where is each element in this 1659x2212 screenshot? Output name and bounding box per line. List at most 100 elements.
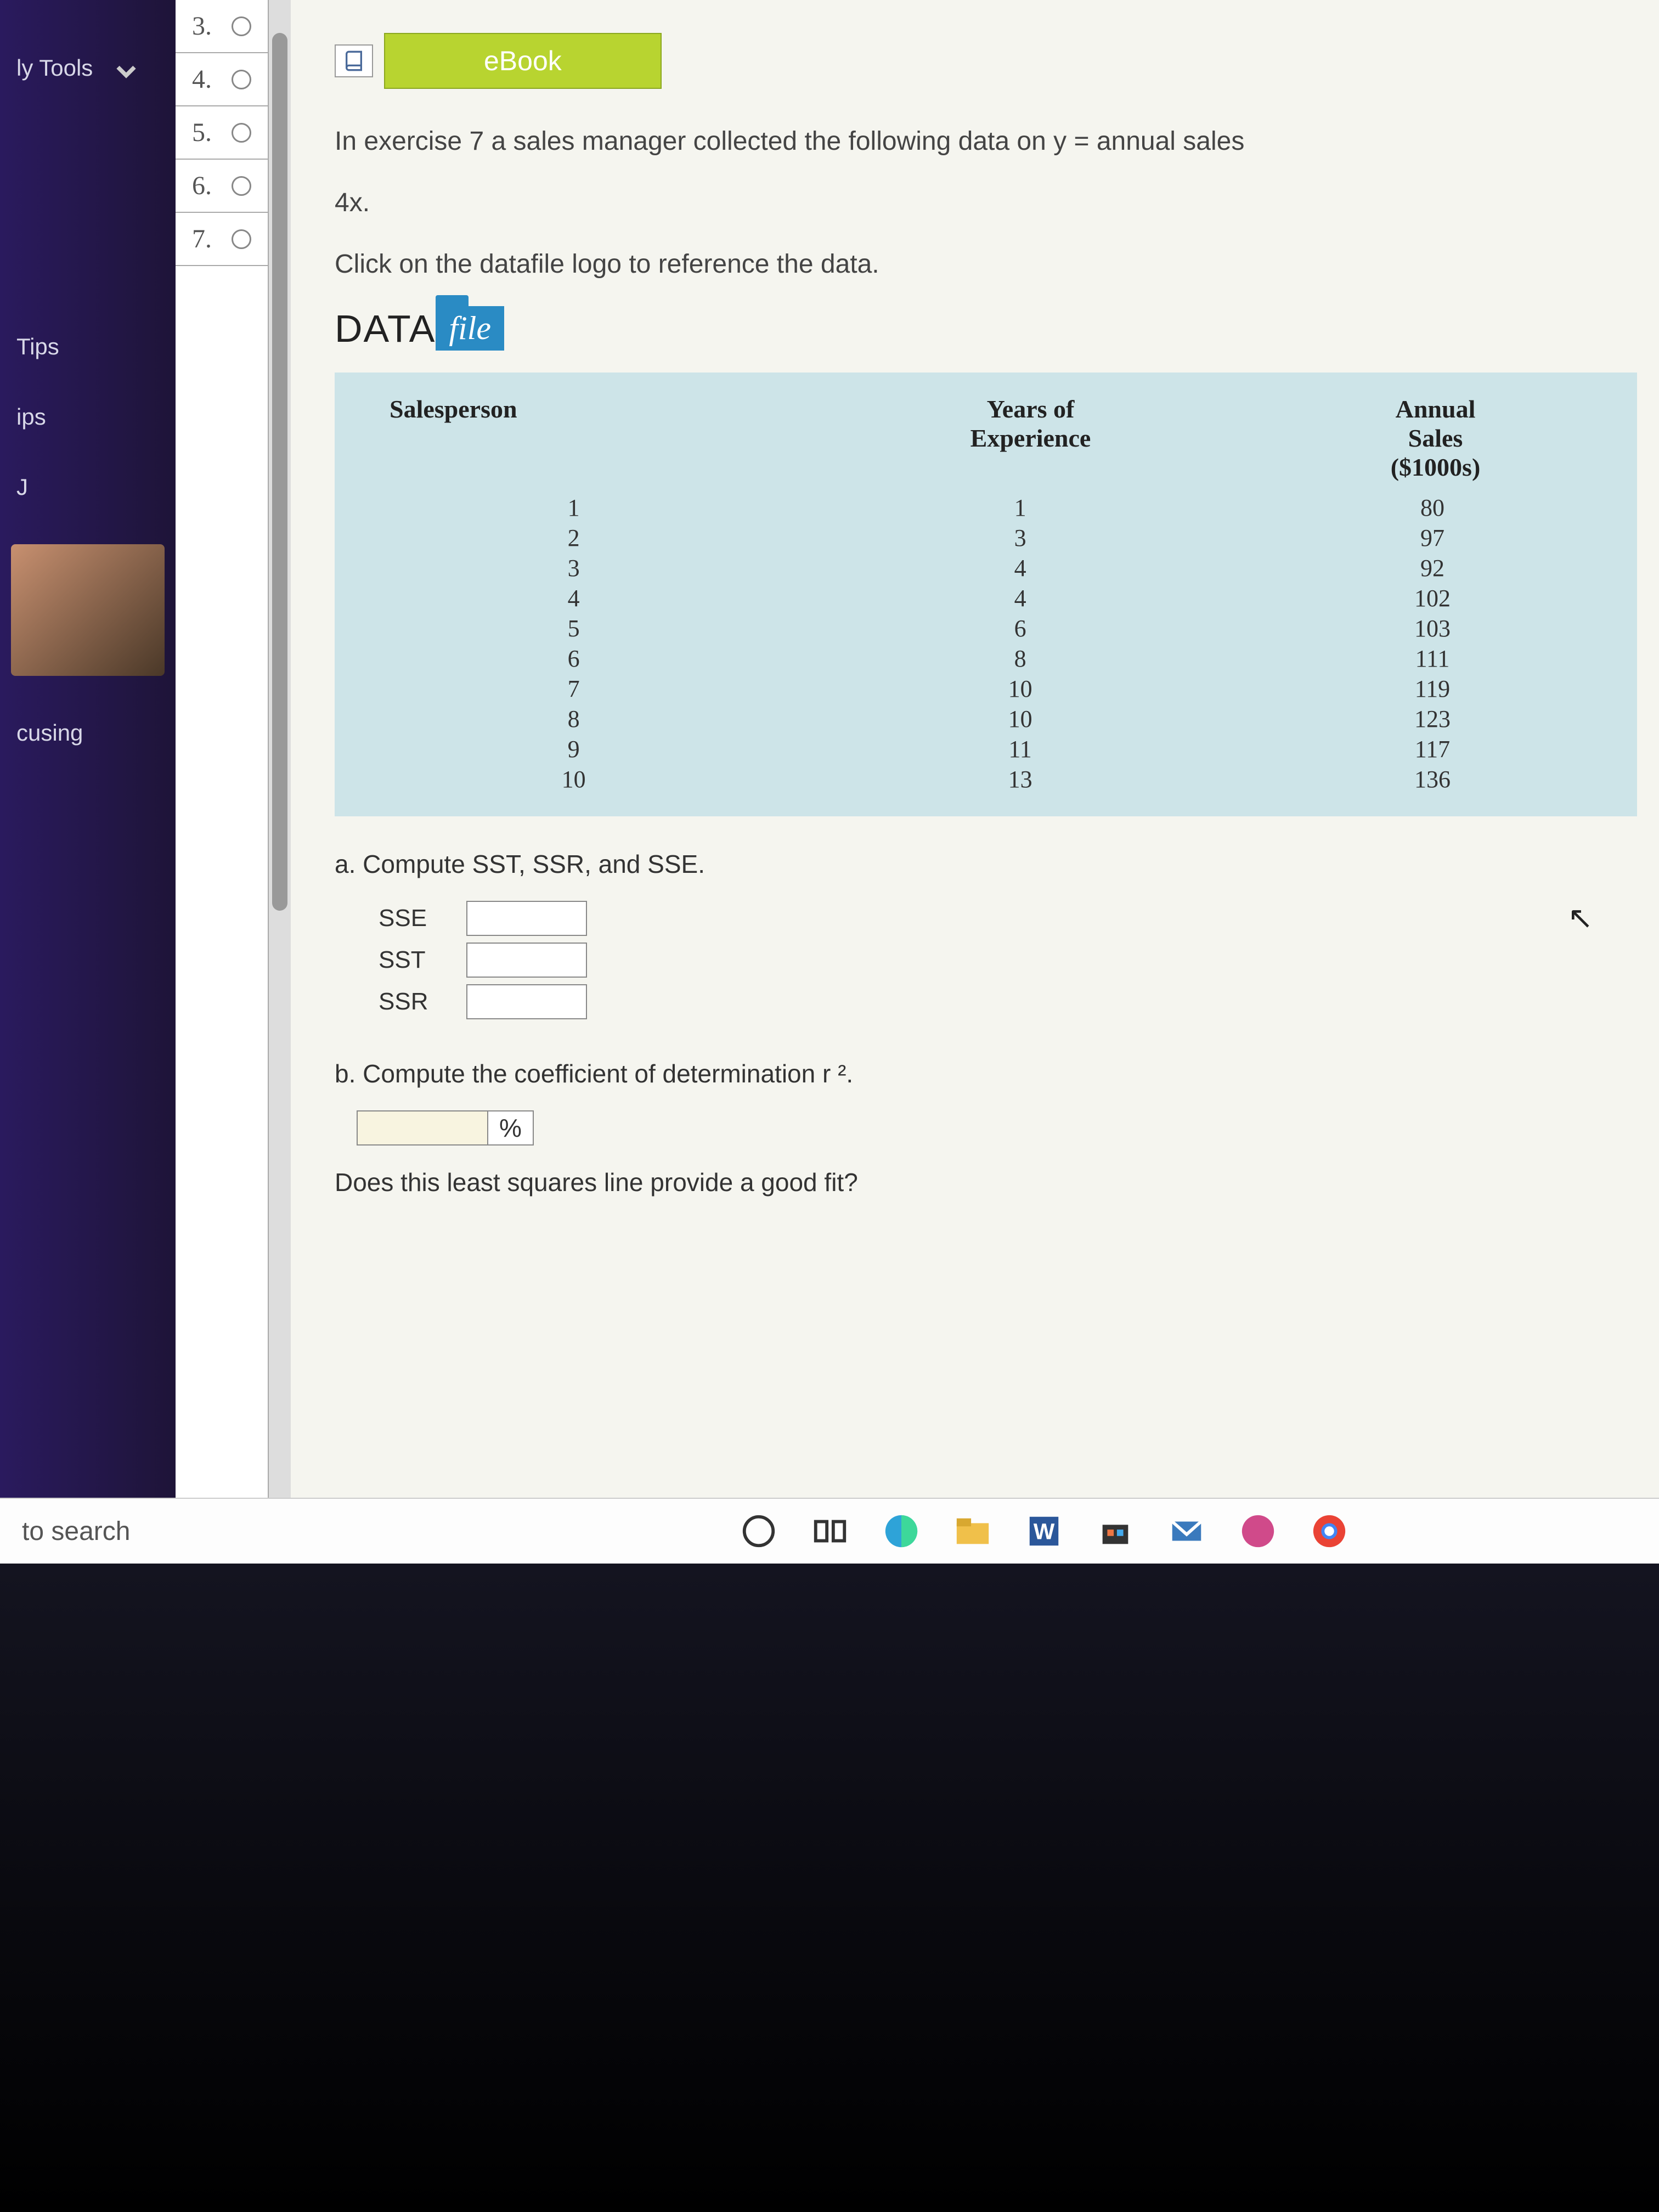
chevron-down-icon[interactable] (110, 55, 143, 88)
mail-icon[interactable] (1167, 1512, 1206, 1550)
table-cell: 97 (1261, 523, 1604, 553)
question-b-prompt: b. Compute the coefficient of determinat… (335, 1059, 1637, 1088)
table-cell: 123 (1261, 704, 1604, 734)
scrollbar-thumb[interactable] (272, 33, 287, 911)
table-row: 2397 (368, 523, 1604, 553)
search-input[interactable]: to search (22, 1516, 241, 1547)
table-row: 1013136 (368, 764, 1604, 794)
app-icon[interactable] (1239, 1512, 1277, 1550)
edge-icon[interactable] (882, 1512, 921, 1550)
table-header: Salesperson (368, 394, 794, 482)
table-cell: 3 (368, 553, 780, 583)
table-cell: 11 (780, 734, 1261, 764)
question-nav-item[interactable]: 4. (176, 53, 268, 106)
table-cell: 13 (780, 764, 1261, 794)
task-view-icon[interactable] (811, 1512, 849, 1550)
table-cell: 6 (780, 613, 1261, 644)
radio-icon[interactable] (232, 229, 251, 249)
table-cell: 4 (780, 553, 1261, 583)
table-cell: 92 (1261, 553, 1604, 583)
table-row: 810123 (368, 704, 1604, 734)
svg-text:W: W (1034, 1519, 1055, 1544)
cortana-icon[interactable] (740, 1512, 778, 1550)
question-nav-item[interactable]: 3. (176, 0, 268, 53)
sidebar-item-j[interactable]: J (0, 452, 176, 522)
sidebar-item-focusing[interactable]: cusing (0, 698, 176, 768)
ssr-label: SSR (379, 988, 444, 1015)
table-cell: 8 (368, 704, 780, 734)
file-explorer-icon[interactable] (953, 1512, 992, 1550)
scrollbar-track[interactable] (269, 0, 291, 1564)
thumbnail-image[interactable] (11, 544, 165, 676)
question-nav: 3. 4. 5. 6. 7. (176, 0, 269, 1564)
table-cell: 5 (368, 613, 780, 644)
question-number: 5. (192, 117, 212, 148)
data-table: Salesperson Years of Experience Annual S… (335, 373, 1637, 816)
table-cell: 6 (368, 644, 780, 674)
datafile-data-label: DATA (335, 307, 436, 351)
ebook-button[interactable]: eBook (384, 33, 662, 89)
question-nav-item[interactable]: 6. (176, 160, 268, 213)
table-cell: 119 (1261, 674, 1604, 704)
table-cell: 7 (368, 674, 780, 704)
percent-label: % (488, 1110, 534, 1146)
table-cell: 103 (1261, 613, 1604, 644)
table-cell: 9 (368, 734, 780, 764)
r2-input[interactable] (357, 1110, 488, 1146)
cursor-icon: ↖ (1567, 900, 1593, 936)
table-row: 710119 (368, 674, 1604, 704)
table-cell: 3 (780, 523, 1261, 553)
table-cell: 4 (780, 583, 1261, 613)
sidebar-item-tools[interactable]: ly Tools (0, 33, 176, 103)
table-cell: 117 (1261, 734, 1604, 764)
table-cell: 102 (1261, 583, 1604, 613)
table-cell: 1 (368, 493, 780, 523)
table-row: 1180 (368, 493, 1604, 523)
table-cell: 10 (368, 764, 780, 794)
table-row: 911117 (368, 734, 1604, 764)
table-cell: 8 (780, 644, 1261, 674)
chrome-icon[interactable] (1310, 1512, 1348, 1550)
radio-icon[interactable] (232, 176, 251, 196)
table-row: 68111 (368, 644, 1604, 674)
radio-icon[interactable] (232, 70, 251, 89)
store-icon[interactable] (1096, 1512, 1135, 1550)
datafile-logo[interactable]: DATA file (335, 306, 1637, 351)
radio-icon[interactable] (232, 123, 251, 143)
table-cell: 4 (368, 583, 780, 613)
sst-label: SST (379, 946, 444, 974)
question-nav-item[interactable]: 5. (176, 106, 268, 160)
sse-label: SSE (379, 905, 444, 932)
question-number: 4. (192, 64, 212, 94)
content-area: eBook In exercise 7 a sales manager coll… (291, 0, 1659, 1564)
table-cell: 136 (1261, 764, 1604, 794)
below-screen-area (0, 1564, 1659, 2212)
table-cell: 2 (368, 523, 780, 553)
table-row: 3492 (368, 553, 1604, 583)
ssr-input[interactable] (466, 984, 587, 1019)
sse-input[interactable] (466, 901, 587, 936)
intro-text-1: In exercise 7 a sales manager collected … (335, 122, 1637, 161)
sidebar-item-tips[interactable]: Tips (0, 312, 176, 382)
left-sidebar: ly Tools Tips ips J cusing (0, 0, 176, 1564)
table-cell: 111 (1261, 644, 1604, 674)
table-header: Annual Sales ($1000s) (1267, 394, 1604, 482)
sidebar-item-ips[interactable]: ips (0, 382, 176, 452)
book-icon[interactable] (335, 44, 373, 77)
intro-text-2: 4x. (335, 183, 1637, 223)
table-cell: 10 (780, 704, 1261, 734)
taskbar: to search W (0, 1498, 1659, 1564)
radio-icon[interactable] (232, 16, 251, 36)
question-a-prompt: a. Compute SST, SSR, and SSE. (335, 849, 1637, 879)
datafile-file-label: file (436, 306, 504, 351)
sst-input[interactable] (466, 943, 587, 978)
question-number: 3. (192, 11, 212, 41)
table-cell: 1 (780, 493, 1261, 523)
table-row: 44102 (368, 583, 1604, 613)
table-header: Years of Experience (794, 394, 1267, 482)
word-icon[interactable]: W (1025, 1512, 1063, 1550)
table-row: 56103 (368, 613, 1604, 644)
question-number: 7. (192, 224, 212, 254)
question-nav-item[interactable]: 7. (176, 213, 268, 266)
question-number: 6. (192, 171, 212, 201)
